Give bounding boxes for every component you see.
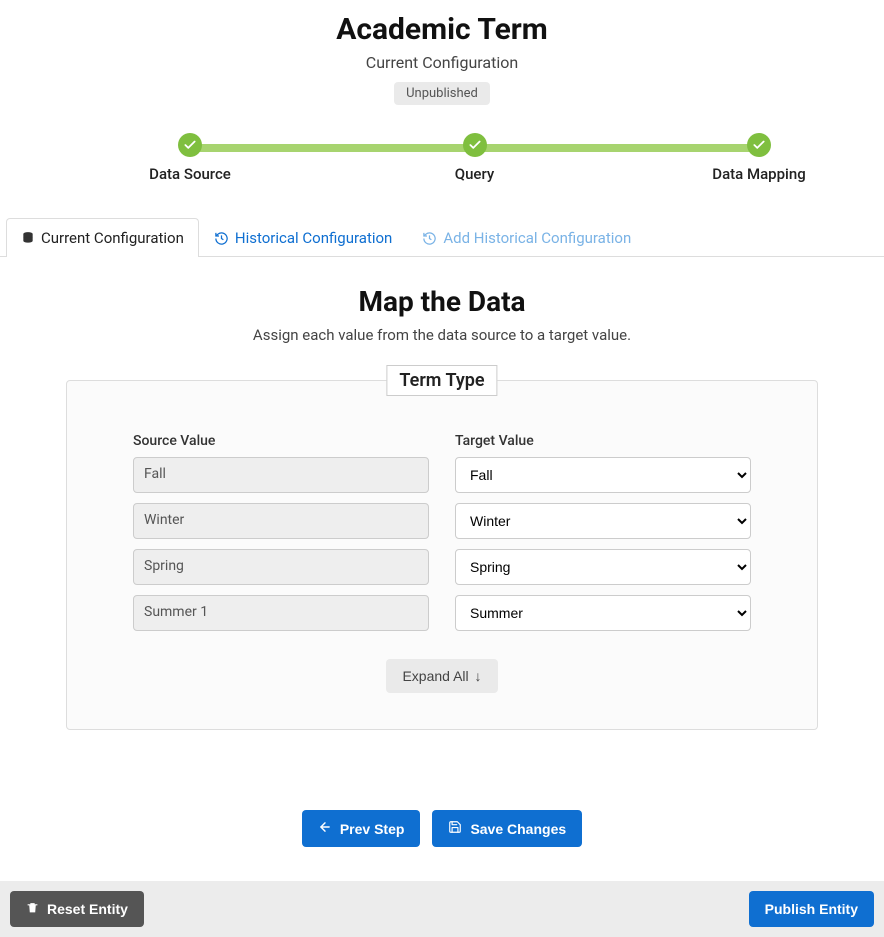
arrow-down-icon: ↓ [475,668,482,684]
page-title: Academic Term [0,12,884,47]
database-icon [21,231,35,245]
publish-entity-button[interactable]: Publish Entity [749,891,874,927]
stepper-step-query[interactable]: Query [415,133,535,183]
target-column: Target Value Fall Winter Spring Summer [455,433,751,641]
panel-legend: Term Type [386,365,497,396]
save-icon [448,820,462,837]
target-value-select[interactable]: Fall [455,457,751,493]
target-column-header: Target Value [455,433,751,449]
stepper: Data Source Query Data Mapping [60,133,824,191]
target-value-select[interactable]: Summer [455,595,751,631]
publish-entity-label: Publish Entity [765,901,858,917]
tab-label: Add Historical Configuration [443,229,631,247]
section-description: Assign each value from the data source t… [0,326,884,344]
status-badge: Unpublished [394,82,490,105]
save-changes-label: Save Changes [470,821,566,837]
source-value-field: Fall [133,457,429,493]
stepper-label: Data Source [130,165,250,183]
tab-label: Current Configuration [41,229,184,247]
tab-historical-configuration[interactable]: Historical Configuration [199,218,407,257]
history-icon [214,231,229,246]
mapping-panel: Term Type Source Value Fall Winter Sprin… [66,380,818,730]
trash-icon [26,901,39,917]
source-column: Source Value Fall Winter Spring Summer 1 [133,433,429,641]
page-header: Academic Term Current Configuration Unpu… [0,0,884,105]
check-icon [747,133,771,157]
target-value-select[interactable]: Spring [455,549,751,585]
stepper-label: Data Mapping [699,165,819,183]
page-subtitle: Current Configuration [0,53,884,72]
section-header: Map the Data Assign each value from the … [0,285,884,344]
target-value-select[interactable]: Winter [455,503,751,539]
source-value-field: Winter [133,503,429,539]
source-column-header: Source Value [133,433,429,449]
action-row: Prev Step Save Changes [0,810,884,847]
expand-all-button[interactable]: Expand All ↓ [386,659,497,693]
tab-add-historical-configuration: Add Historical Configuration [407,218,646,257]
stepper-label: Query [415,165,535,183]
footer: Reset Entity Publish Entity [0,881,884,937]
stepper-step-data-mapping[interactable]: Data Mapping [699,133,819,183]
stepper-step-data-source[interactable]: Data Source [130,133,250,183]
section-title: Map the Data [0,285,884,318]
source-value-field: Spring [133,549,429,585]
tabs: Current Configuration Historical Configu… [0,217,884,257]
arrow-left-icon [318,820,332,837]
history-icon [422,231,437,246]
tab-current-configuration[interactable]: Current Configuration [6,218,199,257]
reset-entity-label: Reset Entity [47,901,128,917]
prev-step-button[interactable]: Prev Step [302,810,421,847]
reset-entity-button[interactable]: Reset Entity [10,891,144,927]
check-icon [178,133,202,157]
tab-label: Historical Configuration [235,229,392,247]
prev-step-label: Prev Step [340,821,405,837]
source-value-field: Summer 1 [133,595,429,631]
save-changes-button[interactable]: Save Changes [432,810,582,847]
check-icon [463,133,487,157]
expand-all-label: Expand All [402,668,468,684]
